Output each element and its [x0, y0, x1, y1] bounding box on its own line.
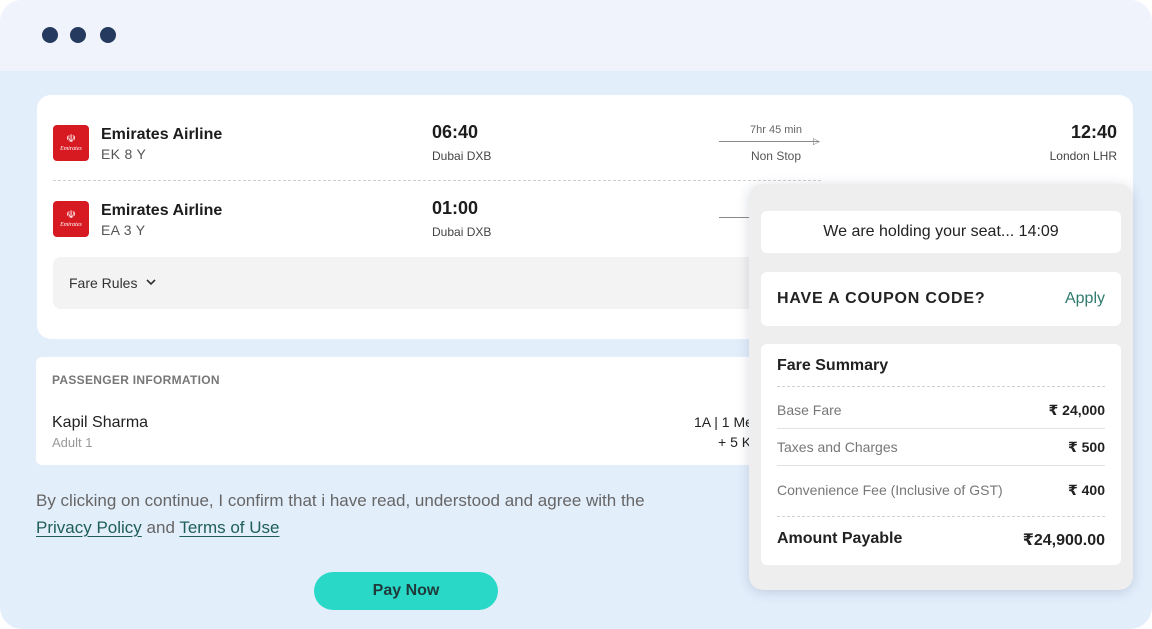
pay-now-button[interactable]: Pay Now [314, 572, 498, 610]
consent-and: and [146, 518, 175, 537]
apply-coupon-button[interactable]: Apply [1065, 290, 1105, 308]
fare-label: Taxes and Charges [777, 439, 898, 455]
flight-stops: Non Stop [750, 149, 802, 163]
leg-divider [53, 180, 821, 181]
fare-rules-label: Fare Rules [69, 275, 138, 291]
departure-city: Dubai DXB [432, 149, 492, 163]
privacy-policy-link[interactable]: Privacy Policy [36, 518, 142, 537]
fare-label: Base Fare [777, 402, 842, 418]
window-control-minimize[interactable] [70, 27, 86, 43]
departure-time: 06:40 [432, 122, 479, 142]
booking-summary-panel: We are holding your seat... 14:09 HAVE A… [749, 184, 1133, 590]
chevron-down-icon [146, 279, 156, 286]
divider [777, 428, 1105, 429]
emirates-logo-icon: ☫ Emirates [53, 125, 89, 161]
title-bar [0, 0, 1152, 71]
emirates-logo-icon: ☫ Emirates [53, 201, 89, 237]
app-window: ☫ Emirates Emirates Airline EK 8 Y 06:40… [0, 0, 1152, 629]
fare-value: ₹ 400 [1068, 482, 1105, 498]
passenger-type: Adult 1 [52, 435, 93, 450]
passenger-name: Kapil Sharma [52, 414, 149, 431]
divider [777, 516, 1105, 517]
coupon-title: HAVE A COUPON CODE? [777, 290, 986, 307]
airline-name: Emirates Airline [101, 202, 223, 219]
divider [777, 465, 1105, 466]
fare-value: ₹ 24,000 [1048, 402, 1105, 418]
fare-label: Convenience Fee (Inclusive of GST) [777, 482, 1003, 498]
fare-summary-title: Fare Summary [777, 357, 889, 374]
total-label: Amount Payable [777, 530, 903, 547]
window-control-maximize[interactable] [100, 27, 116, 43]
departure-time: 01:00 [432, 198, 479, 218]
departure-city: Dubai DXB [432, 225, 492, 239]
section-title: PASSENGER INFORMATION [52, 373, 220, 387]
flight-leg-1: ☫ Emirates Emirates Airline EK 8 Y 06:40… [37, 118, 1133, 178]
coupon-section: HAVE A COUPON CODE? Apply [761, 272, 1121, 326]
arrival-city: London LHR [1049, 149, 1117, 163]
total-value: ₹24,900.00 [1022, 532, 1105, 549]
flight-duration: 7hr 45 min [750, 124, 802, 136]
arrow-right-icon: ▷ [813, 136, 820, 146]
fare-summary: Fare Summary Base Fare ₹ 24,000 Taxes an… [761, 344, 1121, 565]
consent-text: By clicking on continue, I confirm that … [36, 487, 736, 541]
consent-statement: By clicking on continue, I confirm that … [36, 491, 645, 510]
airline-name: Emirates Airline [101, 126, 223, 143]
divider [777, 386, 1105, 387]
flight-code: EA 3 Y [101, 222, 146, 238]
route-arrow-line [719, 141, 819, 142]
arrival-time: 12:40 [1070, 122, 1117, 142]
terms-of-use-link[interactable]: Terms of Use [179, 518, 279, 537]
passenger-extra: + 5 K [718, 434, 752, 450]
fare-value: ₹ 500 [1068, 439, 1105, 455]
window-control-close[interactable] [42, 27, 58, 43]
flight-code: EK 8 Y [101, 146, 147, 162]
seat-hold-timer: We are holding your seat... 14:09 [761, 211, 1121, 253]
